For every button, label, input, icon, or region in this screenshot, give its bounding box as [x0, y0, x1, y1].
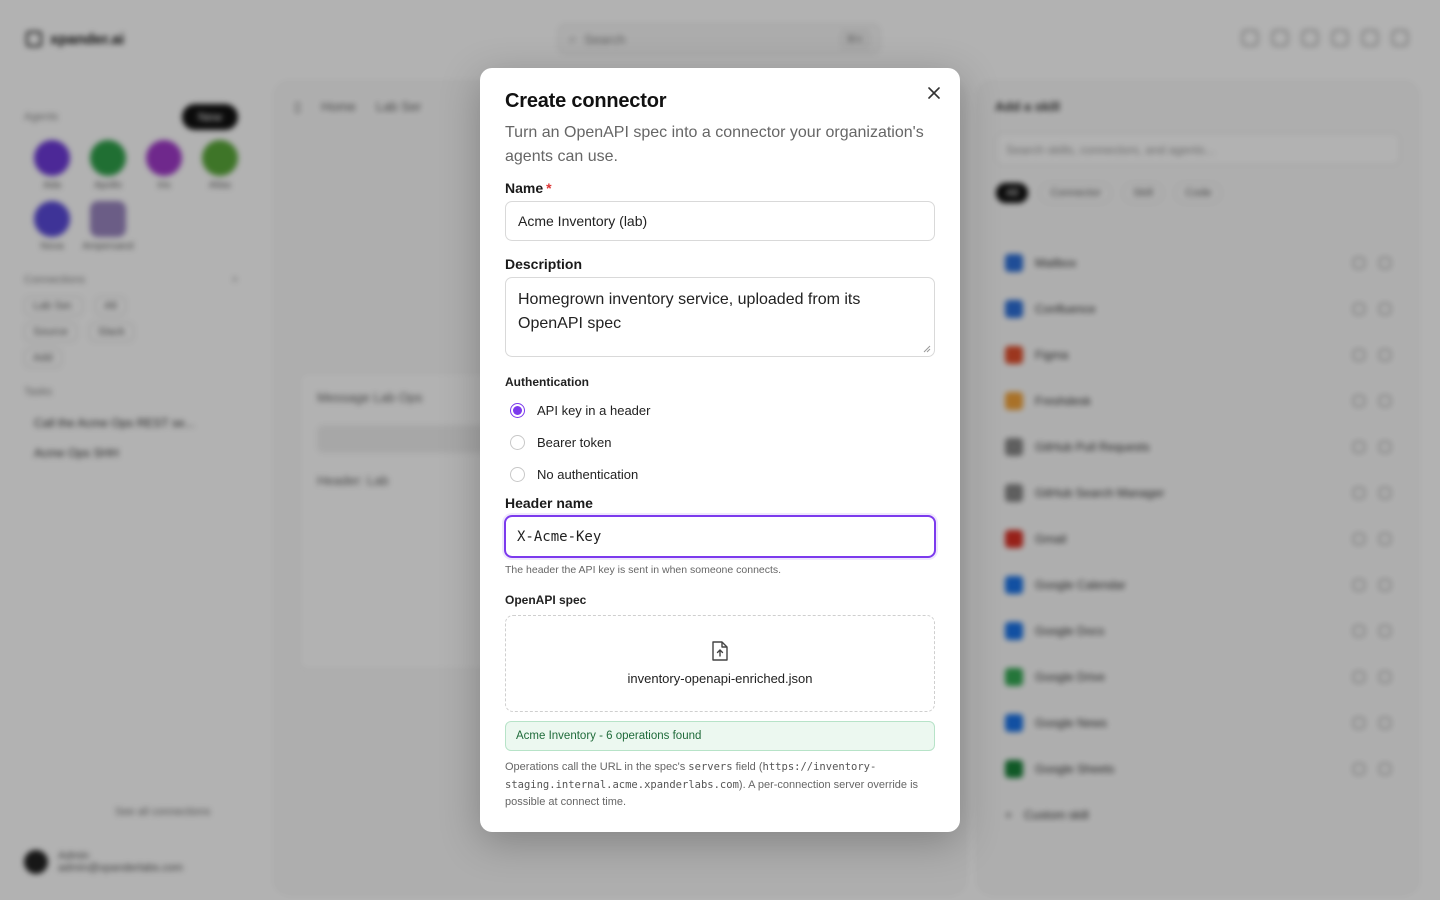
radio-no-authentication[interactable]: No authentication	[505, 458, 935, 490]
radio-unselected-icon	[510, 434, 525, 450]
resize-handle-icon[interactable]	[923, 345, 931, 353]
radio-label: API key in a header	[537, 402, 651, 418]
spec-file-name: inventory-openapi-enriched.json	[627, 671, 813, 686]
name-label: Name *	[505, 180, 935, 196]
radio-bearer-token[interactable]: Bearer token	[505, 426, 935, 458]
radio-selected-icon	[510, 402, 525, 418]
dialog-title: Create connector	[505, 90, 667, 112]
spec-upload-dropzone[interactable]: inventory-openapi-enriched.json	[505, 615, 935, 712]
name-input[interactable]: Acme Inventory (lab)	[505, 201, 935, 241]
create-connector-dialog: Create connector Turn an OpenAPI spec in…	[480, 68, 960, 832]
header-name-label: Header name	[505, 495, 593, 511]
note-code: servers	[688, 761, 733, 773]
header-name-hint: The header the API key is sent in when s…	[505, 564, 782, 576]
header-name-input[interactable]: X-Acme-Key	[504, 515, 936, 558]
header-name-value: X-Acme-Key	[517, 528, 602, 545]
radio-label: Bearer token	[537, 434, 612, 450]
required-mark: *	[546, 180, 552, 196]
file-upload-icon	[712, 641, 728, 661]
radio-unselected-icon	[510, 466, 525, 482]
openapi-spec-label: OpenAPI spec	[505, 593, 587, 607]
radio-api-key-header[interactable]: API key in a header	[505, 394, 935, 426]
name-input-value: Acme Inventory (lab)	[518, 213, 648, 229]
authentication-radio-group: API key in a header Bearer token No auth…	[505, 394, 935, 490]
spec-status-banner: Acme Inventory - 6 operations found	[505, 721, 935, 751]
radio-label: No authentication	[537, 466, 639, 482]
description-label: Description	[505, 256, 583, 272]
note-text: field (	[732, 761, 763, 773]
dialog-subtitle: Turn an OpenAPI spec into a connector yo…	[505, 124, 924, 165]
name-label-text: Name	[505, 180, 544, 196]
description-textarea[interactable]: Homegrown inventory service, uploaded fr…	[505, 277, 935, 357]
close-icon	[928, 87, 940, 99]
description-value: Homegrown inventory service, uploaded fr…	[518, 291, 861, 332]
close-button[interactable]	[925, 84, 943, 102]
servers-note: Operations call the URL in the spec's se…	[505, 759, 935, 812]
note-text: Operations call the URL in the spec's	[505, 761, 689, 773]
authentication-label: Authentication	[505, 375, 589, 389]
